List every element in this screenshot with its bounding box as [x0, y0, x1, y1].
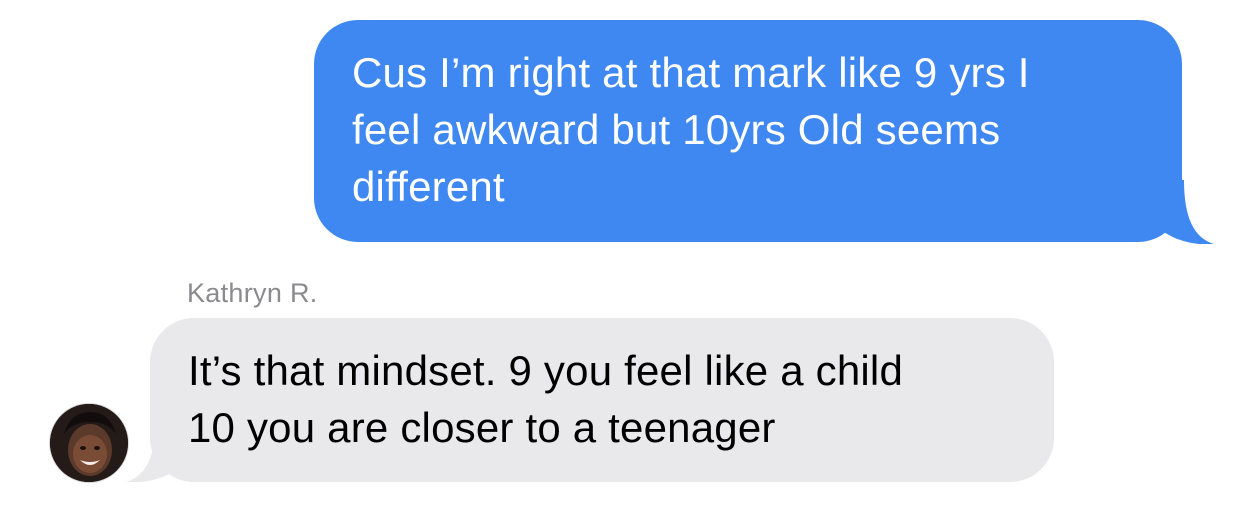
- avatar-photo-icon: [50, 404, 128, 482]
- sender-avatar[interactable]: [49, 403, 129, 483]
- incoming-message-bubble[interactable]: It’s that mindset. 9 you feel like a chi…: [150, 318, 1054, 482]
- outgoing-message-line: Cus I’m right at that mark like 9 yrs I: [352, 49, 1030, 96]
- outgoing-message-line: different: [352, 163, 505, 210]
- incoming-message-line: It’s that mindset. 9 you feel like a chi…: [188, 347, 903, 394]
- outgoing-message-bubble[interactable]: Cus I’m right at that mark like 9 yrs I …: [314, 20, 1182, 242]
- outgoing-message-line: feel awkward but 10yrs Old seems: [352, 106, 1001, 153]
- incoming-message[interactable]: It’s that mindset. 9 you feel like a chi…: [126, 318, 1054, 482]
- outgoing-message[interactable]: Cus I’m right at that mark like 9 yrs I …: [314, 20, 1214, 244]
- sender-name: Kathryn R.: [187, 278, 318, 308]
- incoming-message-line: 10 you are closer to a teenager: [188, 404, 776, 451]
